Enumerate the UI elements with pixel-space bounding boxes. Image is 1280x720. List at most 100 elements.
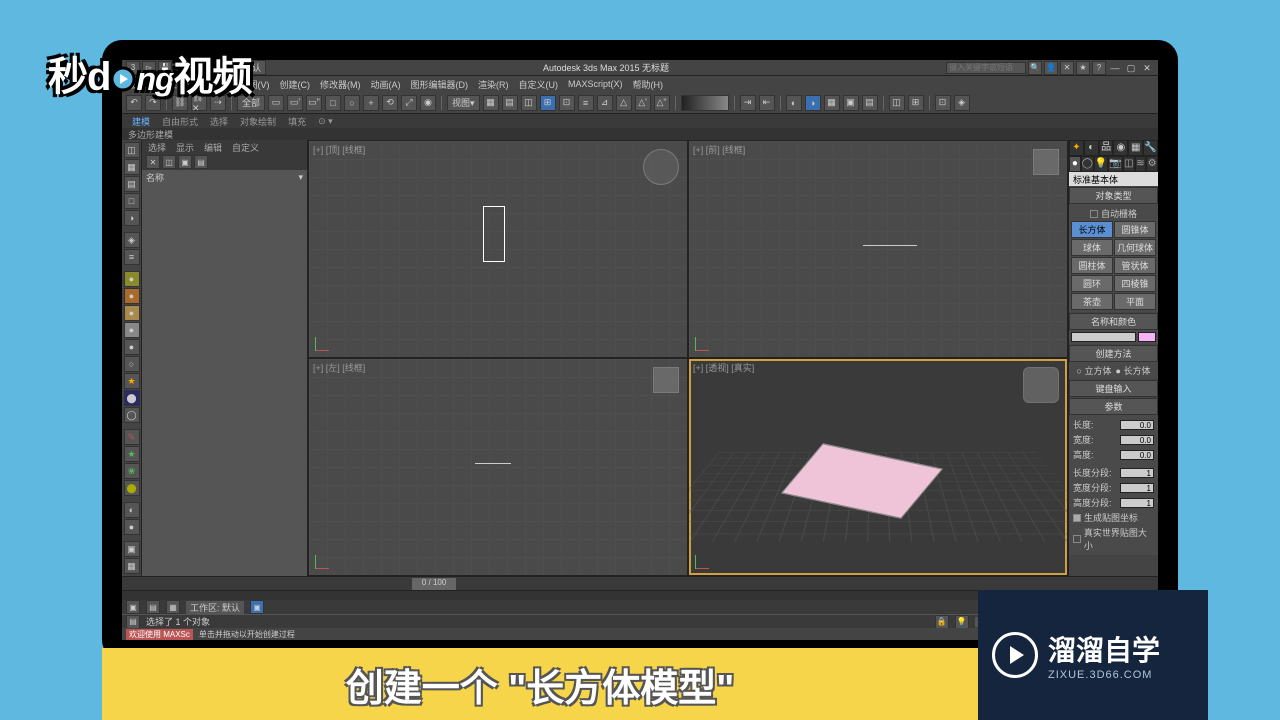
rollout-name-color[interactable]: 名称和颜色 [1069,313,1158,330]
tool-btn[interactable]: ▦ [483,95,499,111]
lt-icon[interactable]: ◈ [124,232,140,248]
scene-name-header[interactable]: 名称▾ [142,170,307,184]
subtab-shapes-icon[interactable]: ◯ [1081,156,1094,172]
geom-cylinder-button[interactable]: 圆柱体 [1071,257,1113,274]
tab-hierarchy-icon[interactable]: 品 [1099,140,1114,156]
material-slot[interactable] [681,95,729,111]
ribbon-tab-more[interactable]: ⊙ ▾ [318,116,333,127]
menu-create[interactable]: 创建(C) [280,78,311,91]
object-color-swatch[interactable] [1138,332,1156,342]
lt-icon[interactable]: ● [124,322,140,338]
rollout-parameters[interactable]: 参数 [1069,398,1158,415]
lt-icon[interactable]: ◐ [124,502,140,518]
close-button[interactable]: ✕ [1140,61,1154,75]
subtab-lights-icon[interactable]: 💡 [1094,156,1108,172]
tool-btn[interactable]: △" [654,95,670,111]
tool-btn[interactable]: ⊞ [908,95,924,111]
scale-button[interactable]: ⤢ [401,95,417,111]
menu-rendering[interactable]: 渲染(R) [478,78,509,91]
viewcube-icon[interactable] [1023,367,1059,403]
tab-display-icon[interactable]: ▦ [1128,140,1143,156]
viewport-front[interactable]: [+] [前] [线框] [689,141,1067,357]
exchange-icon[interactable]: ✕ [1060,61,1074,75]
lt-icon[interactable]: ● [124,305,140,321]
tool-btn[interactable]: ◫ [889,95,905,111]
time-slider-handle[interactable]: 0 / 100 [412,578,456,590]
tool-btn[interactable]: ▭' [287,95,303,111]
ribbon-tab-populate[interactable]: 填充 [288,115,306,128]
viewcube-icon[interactable] [643,149,679,185]
tool-btn[interactable]: ▦ [824,95,840,111]
lt-icon[interactable]: ● [124,519,140,535]
ribbon-tab-modeling[interactable]: 建模 [132,115,150,128]
hgtsegs-spinner[interactable]: 1 [1120,498,1154,508]
rotate-button[interactable]: ⟲ [382,95,398,111]
isolate-icon[interactable]: 💡 [955,615,969,629]
geom-plane-button[interactable]: 平面 [1114,293,1156,310]
creation-box-radio[interactable]: ● 长方体 [1116,364,1151,377]
tool-btn[interactable]: ◫ [521,95,537,111]
tool-btn[interactable]: ◐ [786,95,802,111]
lt-icon[interactable]: ⬤ [124,390,140,406]
widsegs-spinner[interactable]: 1 [1120,483,1154,493]
lt-icon[interactable]: ● [124,271,140,287]
subtab-cameras-icon[interactable]: 📷 [1108,156,1122,172]
minimize-button[interactable]: — [1108,61,1122,75]
menu-grapheditors[interactable]: 图形编辑器(D) [411,78,469,91]
subtab-helpers-icon[interactable]: ◫ [1123,156,1135,172]
viewport-label[interactable]: [+] [顶] [线框] [313,143,365,156]
refcoord-dropdown[interactable]: 视图▾ [447,95,480,111]
viewport-left[interactable]: [+] [左] [线框] [309,359,687,575]
geom-pyramid-button[interactable]: 四棱锥 [1114,275,1156,292]
geom-cone-button[interactable]: 圆锥体 [1114,221,1156,238]
lt-icon[interactable]: □ [124,193,140,209]
lt-icon[interactable]: ≡ [124,249,140,265]
tool-btn[interactable]: ≡ [578,95,594,111]
lt-icon[interactable]: ✎ [124,429,140,445]
tool-btn[interactable]: ⊿ [597,95,613,111]
scene-tab-edit[interactable]: 编辑 [204,141,222,154]
scene-tool-icon[interactable]: ▣ [178,155,192,169]
lt-icon[interactable]: ❀ [124,463,140,479]
lt-icon[interactable]: ★ [124,446,140,462]
render-setup-button[interactable]: ◑ [805,95,821,111]
tool-btn[interactable]: ▤ [862,95,878,111]
lt-icon[interactable]: ◫ [124,142,140,158]
ribbon-tab-selection[interactable]: 选择 [210,115,228,128]
geom-geosphere-button[interactable]: 几何球体 [1114,239,1156,256]
tab-modify-icon[interactable]: ◐ [1084,140,1099,156]
tool-btn[interactable]: ○ [344,95,360,111]
scene-tab-custom[interactable]: 自定义 [232,141,259,154]
tool-btn[interactable]: △ [616,95,632,111]
tool-btn[interactable]: △' [635,95,651,111]
tool-btn[interactable]: □ [325,95,341,111]
move-button[interactable]: + [363,95,379,111]
height-spinner[interactable]: 0.0 [1120,450,1154,460]
tool-btn[interactable]: ▭ [268,95,284,111]
subtab-geometry-icon[interactable]: ● [1069,156,1081,172]
ribbon-tab-objectpaint[interactable]: 对象绘制 [240,115,276,128]
geom-tube-button[interactable]: 管状体 [1114,257,1156,274]
geom-teapot-button[interactable]: 茶壶 [1071,293,1113,310]
menu-maxscript[interactable]: MAXScript(X) [568,79,623,89]
statusbar-btn[interactable]: ▣ [250,600,264,614]
lock-icon[interactable]: 🔒 [935,615,949,629]
viewport-label[interactable]: [+] [透视] [真实] [693,361,754,374]
maximize-button[interactable]: ▢ [1124,61,1138,75]
geom-box-button[interactable]: 长方体 [1071,221,1113,238]
genmap-checkbox[interactable] [1073,514,1081,522]
snap-toggle[interactable]: ⊞ [540,95,556,111]
geometry-category-dropdown[interactable]: 标准基本体 [1069,172,1158,186]
lt-icon[interactable]: ◑ [124,210,140,226]
lt-icon[interactable]: ◯ [124,407,140,423]
menu-customize[interactable]: 自定义(U) [519,78,559,91]
mini-listener-btn[interactable]: ▦ [166,600,180,614]
menu-help[interactable]: 帮助(H) [633,78,664,91]
subtab-spacewarps-icon[interactable]: ≋ [1135,156,1147,172]
lt-icon[interactable]: ○ [124,356,140,372]
menu-modifiers[interactable]: 修改器(M) [320,78,361,91]
object-name-field[interactable] [1071,332,1136,342]
scene-tab-display[interactable]: 显示 [176,141,194,154]
favorites-icon[interactable]: ★ [1076,61,1090,75]
scene-tool-icon[interactable]: ◫ [162,155,176,169]
